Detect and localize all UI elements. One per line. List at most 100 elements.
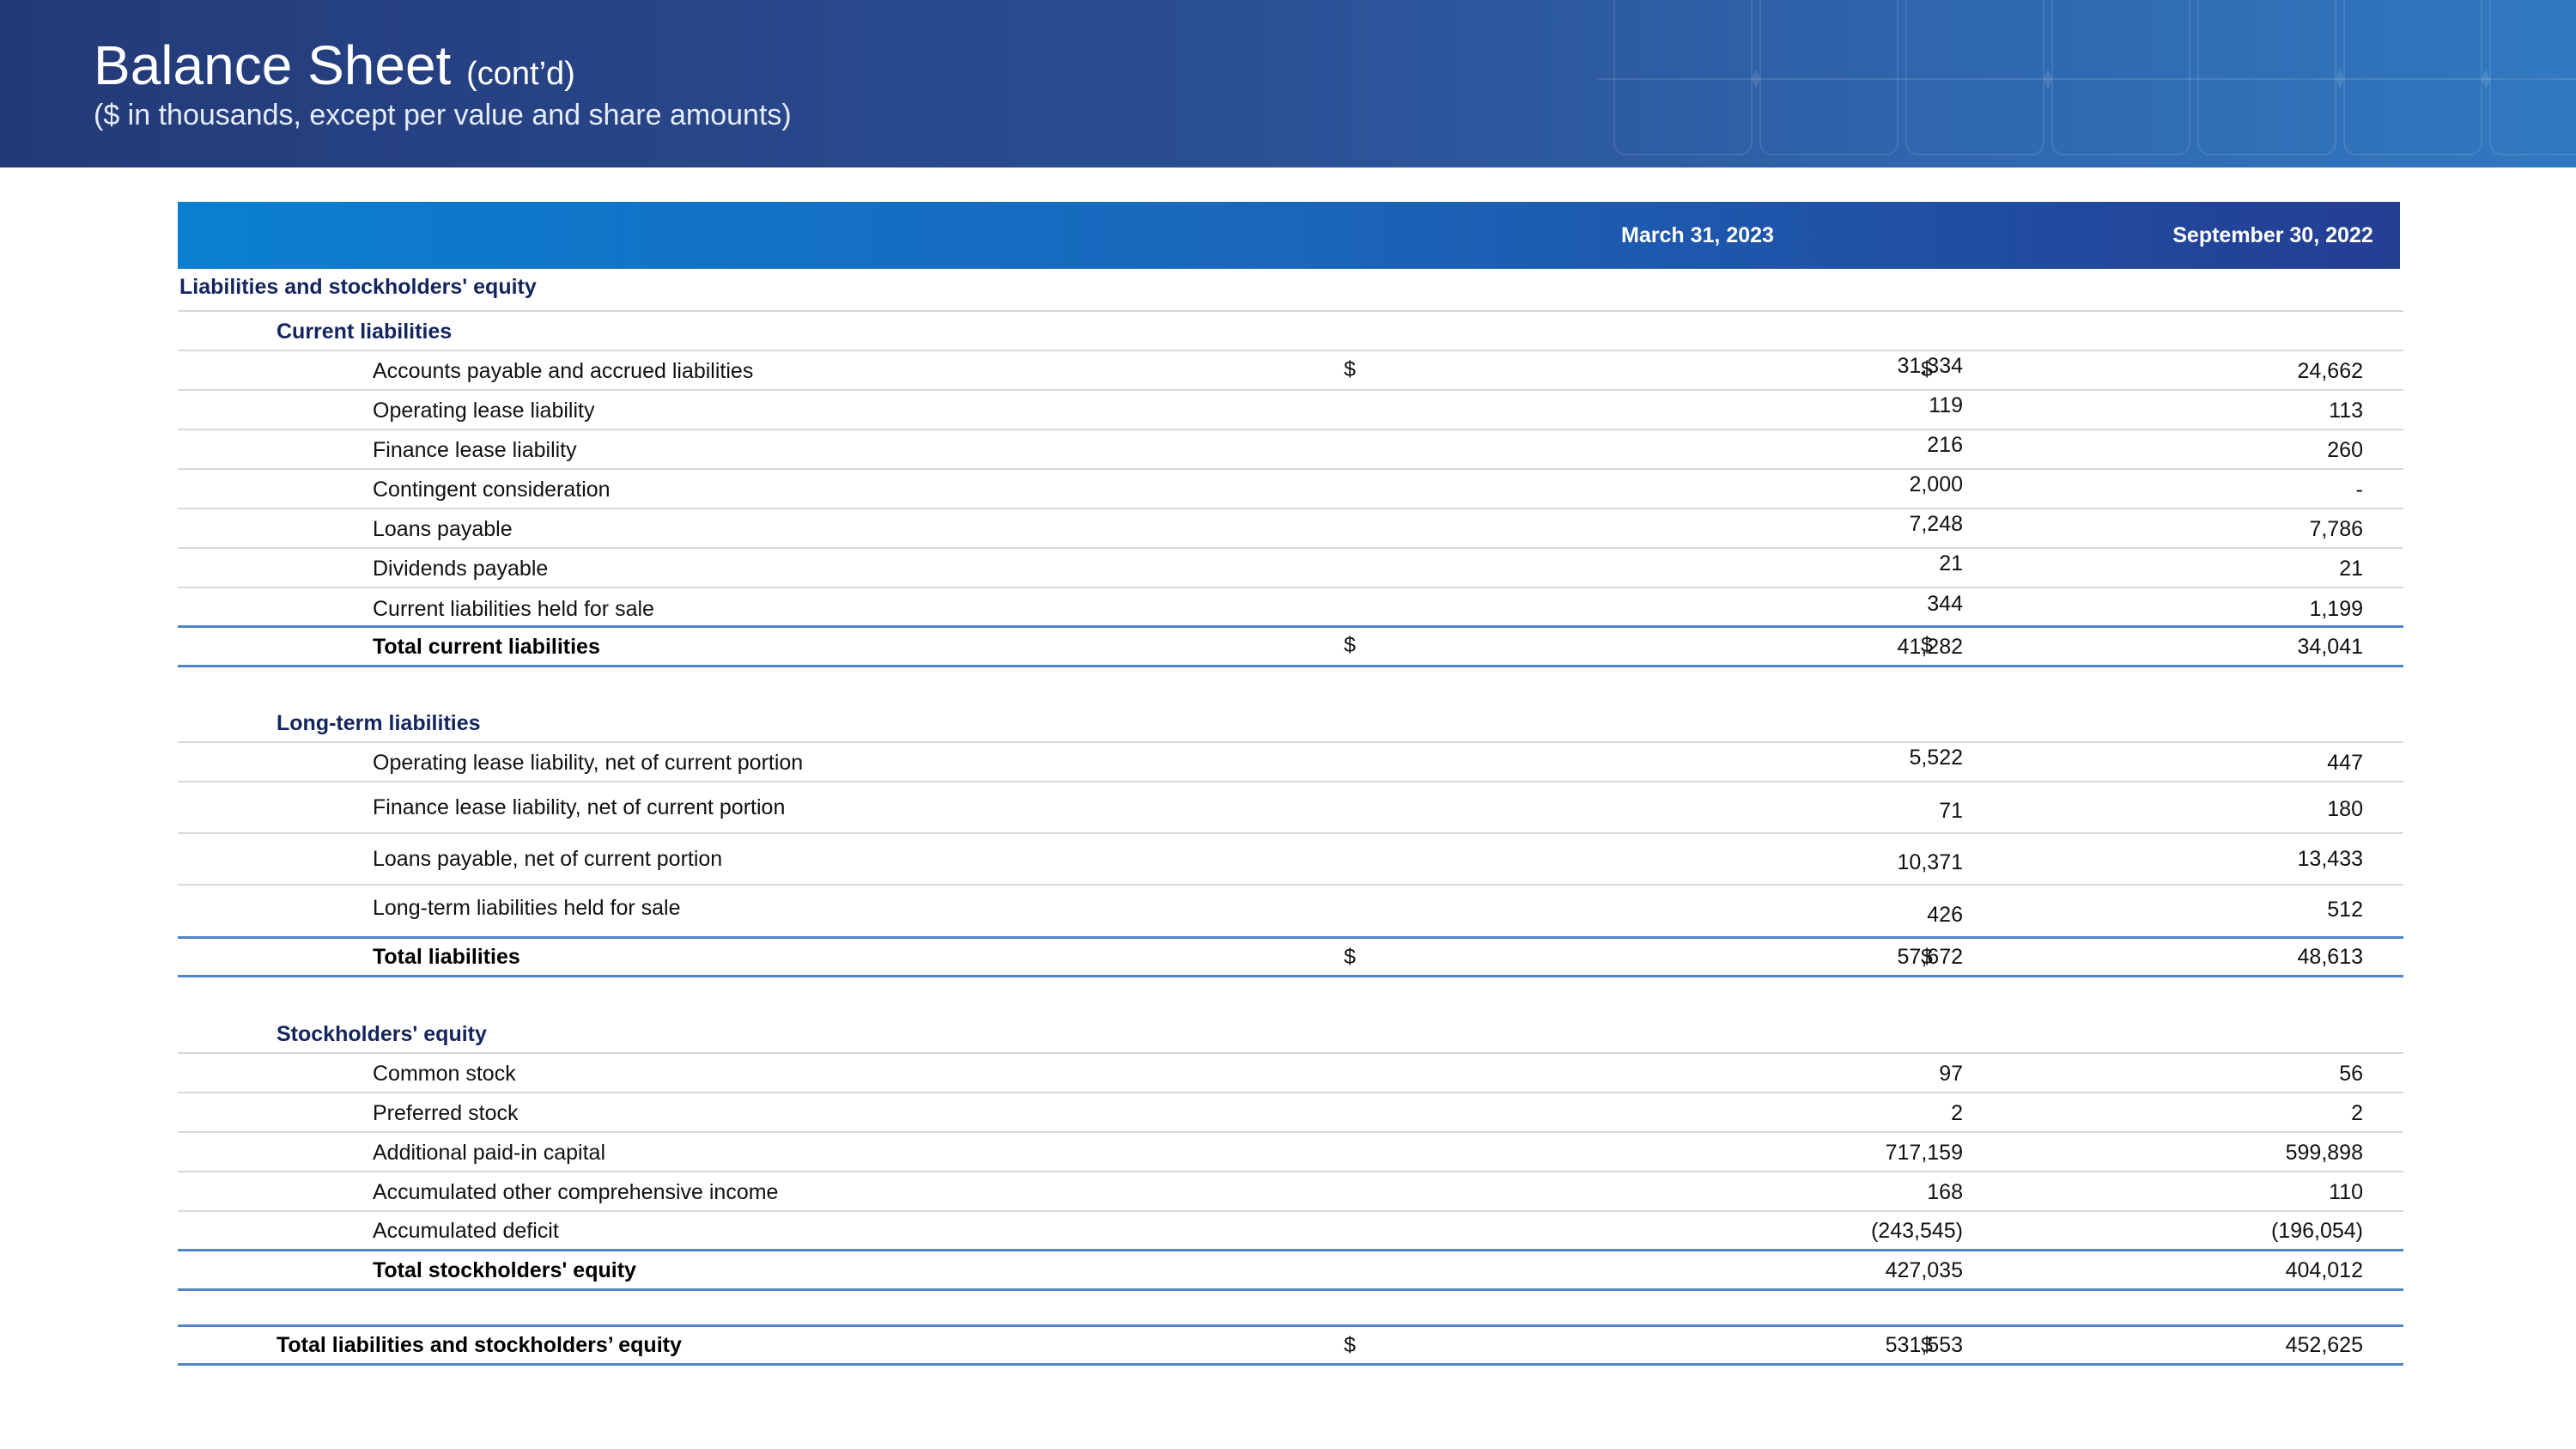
row-label: Accumulated deficit — [373, 1219, 559, 1243]
table-row: Loans payable 7,248 7,786 — [178, 509, 2403, 549]
section-header-long-term-liabilities: Long-term liabilities — [178, 703, 2403, 743]
value-march-2023: 344 — [1927, 592, 1963, 616]
value-september-2022: 56 — [2339, 1062, 2363, 1086]
value-march-2023: 5,522 — [1909, 746, 1963, 770]
row-label: Current liabilities held for sale — [373, 597, 654, 621]
value-september-2022: (196,054) — [2270, 1219, 2363, 1243]
value-march-2023: 2 — [1951, 1101, 1963, 1125]
section-header-liabilities-equity: Liabilities and stockholders' equity — [178, 269, 2403, 312]
section-header-current-liabilities: Current liabilities — [178, 312, 2403, 351]
value-march-2023: 10,371 — [1897, 850, 1963, 874]
currency-symbol: $ — [1344, 357, 1356, 381]
currency-symbol: $ — [1921, 357, 1933, 381]
row-label: Operating lease liability, net of curren… — [373, 751, 804, 775]
table-row: Accounts payable and accrued liabilities… — [178, 351, 2403, 391]
table-row: Additional paid-in capital 717,159 599,8… — [178, 1133, 2403, 1172]
value-september-2022: 452,625 — [2285, 1333, 2363, 1357]
row-label: Loans payable — [373, 517, 513, 541]
row-label: Stockholders' equity — [276, 1022, 487, 1046]
table-header: March 31, 2023 September 30, 2022 — [178, 202, 2400, 269]
currency-symbol: $ — [1921, 945, 1933, 969]
value-september-2022: 34,041 — [2297, 635, 2363, 659]
table-row: Finance lease liability 216 260 — [178, 430, 2403, 470]
value-september-2022: 260 — [2327, 438, 2363, 462]
total-row-stockholders-equity: Total stockholders' equity 427,035 404,0… — [178, 1249, 2403, 1291]
table-row: Accumulated other comprehensive income 1… — [178, 1172, 2403, 1212]
page-title-text: Balance Sheet — [94, 34, 452, 96]
row-label: Liabilities and stockholders' equity — [179, 275, 537, 299]
value-march-2023: 71 — [1939, 799, 1963, 823]
currency-symbol: $ — [1344, 1333, 1356, 1357]
table-row: Current liabilities held for sale 344 1,… — [178, 588, 2403, 625]
value-september-2022: 110 — [2329, 1180, 2363, 1204]
row-label: Loans payable, net of current portion — [373, 847, 723, 871]
table-row: Common stock 97 56 — [178, 1054, 2403, 1093]
value-september-2022: 7,786 — [2309, 517, 2363, 541]
row-label: Total current liabilities — [373, 635, 600, 659]
value-september-2022: 599,898 — [2285, 1141, 2363, 1165]
value-march-2023: 2,000 — [1909, 472, 1963, 496]
value-march-2023: (243,545) — [1870, 1219, 1963, 1243]
row-label: Accounts payable and accrued liabilities — [373, 359, 754, 383]
value-september-2022: 1,199 — [2309, 597, 2363, 621]
total-row-liabilities: Total liabilities $ 57,672 $ 48,613 — [178, 936, 2403, 977]
table-row: Preferred stock 2 2 — [178, 1093, 2403, 1133]
total-row-liabilities-and-equity: Total liabilities and stockholders’ equi… — [178, 1324, 2403, 1366]
currency-symbol: $ — [1344, 633, 1356, 657]
value-march-2023: 717,159 — [1885, 1141, 1963, 1165]
value-september-2022: 447 — [2327, 751, 2363, 775]
row-label: Additional paid-in capital — [373, 1141, 606, 1165]
row-label: Finance lease liability, net of current … — [373, 795, 786, 819]
slide-header: Balance Sheet (cont’d) ($ in thousands, … — [0, 0, 2576, 167]
value-september-2022: 13,433 — [2297, 847, 2363, 871]
value-september-2022: 404,012 — [2285, 1258, 2363, 1282]
table-row: Loans payable, net of current portion 10… — [178, 834, 2403, 886]
value-march-2023: 427,035 — [1885, 1258, 1963, 1282]
table-row: Dividends payable 21 21 — [178, 549, 2403, 588]
column-header-march-2023: March 31, 2023 — [1621, 223, 1774, 247]
value-september-2022: 24,662 — [2297, 359, 2363, 383]
row-label: Operating lease liability — [373, 399, 595, 423]
currency-symbol: $ — [1921, 633, 1933, 657]
row-label: Long-term liabilities — [276, 711, 481, 735]
value-march-2023: 7,248 — [1909, 512, 1963, 536]
value-march-2023: 97 — [1939, 1062, 1963, 1086]
value-september-2022: 180 — [2327, 797, 2363, 821]
value-september-2022: - — [2355, 478, 2363, 502]
currency-symbol: $ — [1921, 1333, 1933, 1357]
currency-symbol: $ — [1344, 945, 1356, 969]
value-september-2022: 512 — [2327, 898, 2363, 922]
row-label: Dividends payable — [373, 557, 549, 581]
page-title-suffix: (cont’d) — [466, 56, 575, 92]
table-row: Operating lease liability, net of curren… — [178, 743, 2403, 782]
value-september-2022: 21 — [2339, 557, 2363, 581]
value-march-2023: 119 — [1929, 393, 1963, 417]
value-september-2022: 113 — [2329, 399, 2363, 423]
page-subtitle: ($ in thousands, except per value and sh… — [94, 99, 792, 131]
section-header-stockholders-equity: Stockholders' equity — [178, 1014, 2403, 1054]
row-label: Total liabilities — [373, 945, 520, 969]
row-label: Current liabilities — [276, 320, 453, 344]
table-row: Accumulated deficit (243,545) (196,054) — [178, 1212, 2403, 1249]
table-row: Long-term liabilities held for sale 426 … — [178, 886, 2403, 936]
column-header-september-2022: September 30, 2022 — [2172, 223, 2373, 247]
value-september-2022: 2 — [2351, 1101, 2363, 1125]
balance-sheet-table: Liabilities and stockholders' equity Cur… — [178, 269, 2403, 1385]
value-march-2023: 216 — [1927, 433, 1963, 457]
table-row: Operating lease liability 119 113 — [178, 391, 2403, 430]
row-label: Total stockholders' equity — [373, 1258, 636, 1282]
row-label: Preferred stock — [373, 1101, 519, 1125]
total-row-current-liabilities: Total current liabilities $ 41,282 $ 34,… — [178, 625, 2403, 667]
value-march-2023: 168 — [1927, 1180, 1963, 1204]
value-september-2022: 48,613 — [2297, 945, 2363, 969]
table-row: Contingent consideration 2,000 - — [178, 470, 2403, 509]
row-label: Total liabilities and stockholders’ equi… — [276, 1333, 682, 1357]
row-label: Long-term liabilities held for sale — [373, 896, 681, 920]
value-march-2023: 426 — [1927, 903, 1963, 927]
table-row: Finance lease liability, net of current … — [178, 782, 2403, 834]
row-label: Contingent consideration — [373, 478, 611, 502]
row-label: Accumulated other comprehensive income — [373, 1180, 779, 1204]
row-label: Finance lease liability — [373, 438, 577, 462]
row-label: Common stock — [373, 1062, 516, 1086]
value-march-2023: 21 — [1939, 551, 1963, 575]
